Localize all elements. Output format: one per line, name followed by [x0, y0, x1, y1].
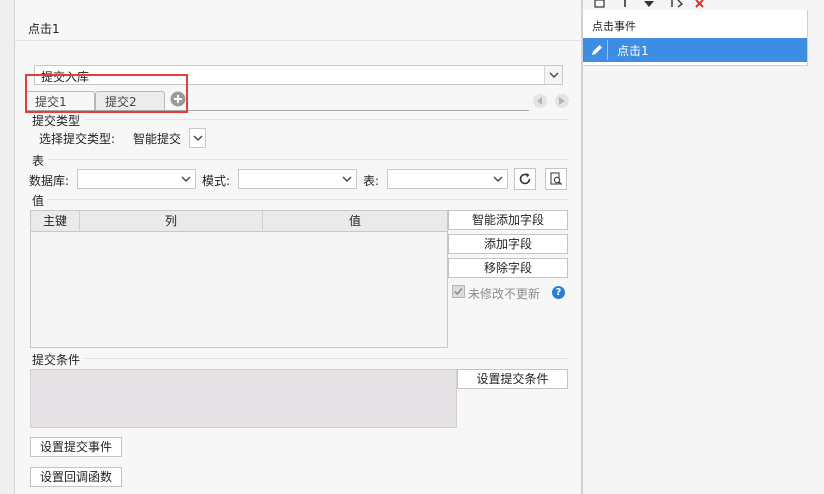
chevron-down-icon[interactable] [489, 170, 507, 188]
dialog-title: 点击1 [28, 22, 60, 36]
submit-type-value: 智能提交 [133, 132, 182, 146]
chevron-down-icon[interactable] [177, 170, 195, 188]
chevron-down-icon[interactable] [338, 170, 356, 188]
event-item-label: 点击1 [617, 44, 649, 58]
preview-table-button[interactable] [545, 168, 567, 190]
select-submit-type-label: 选择提交类型: [39, 132, 116, 146]
add-field-button[interactable]: 添加字段 [448, 234, 568, 254]
divider [83, 358, 569, 359]
refresh-icon [519, 173, 531, 185]
event-list-item[interactable]: 点击1 [583, 38, 807, 62]
condition-section-label: 提交条件 [32, 353, 81, 367]
highlight-box [25, 74, 188, 113]
background-strip [0, 0, 14, 494]
database-select[interactable] [77, 169, 196, 189]
submit-type-section-label: 提交类型 [32, 114, 81, 128]
event-list-header: 点击事件 [592, 20, 636, 33]
table-label: 表: [363, 174, 380, 188]
set-callback-button[interactable]: 设置回调函数 [30, 467, 122, 487]
value-table[interactable]: 主键 列 值 [30, 210, 448, 348]
toolbar [583, 0, 807, 10]
table-header: 主键 列 值 [31, 211, 447, 232]
divider [15, 40, 581, 41]
table-section-label: 表 [32, 154, 45, 168]
copy-icon[interactable] [593, 0, 607, 8]
move-down-icon[interactable] [643, 0, 655, 8]
set-condition-button[interactable]: 设置提交条件 [457, 369, 568, 389]
preview-icon [550, 172, 563, 186]
column-header-column[interactable]: 列 [80, 211, 263, 232]
schema-select[interactable] [238, 169, 357, 189]
delete-icon[interactable] [695, 0, 707, 8]
set-submit-event-button[interactable]: 设置提交事件 [30, 437, 122, 457]
chevron-down-icon[interactable] [189, 128, 206, 148]
refresh-button[interactable] [514, 168, 536, 190]
value-section-label: 值 [32, 194, 45, 208]
table-select[interactable] [387, 169, 508, 189]
help-icon[interactable]: ? [552, 286, 565, 299]
move-up-icon[interactable] [621, 0, 629, 8]
event-dialog: 点击1 提交入库 提交1 提交2 提交类型 选择提交类型: 智能提交 表 数据库… [14, 0, 582, 494]
check-icon [454, 288, 463, 296]
divider [85, 119, 569, 120]
chevron-down-icon[interactable] [544, 66, 562, 84]
column-header-value[interactable]: 值 [263, 211, 447, 232]
tab-prev-icon[interactable] [533, 94, 547, 108]
unchanged-checkbox[interactable] [452, 285, 465, 298]
event-list-panel: 点击事件 点击1 [582, 0, 824, 494]
condition-box[interactable] [30, 369, 457, 428]
edit-icon [586, 40, 608, 60]
smart-add-field-button[interactable]: 智能添加字段 [448, 210, 568, 230]
submit-type-select[interactable]: 智能提交 [129, 128, 206, 148]
sort-icon[interactable] [669, 0, 683, 8]
event-list: 点击事件 点击1 [583, 10, 808, 66]
tab-next-icon[interactable] [555, 94, 569, 108]
divider [47, 199, 569, 200]
schema-label: 模式: [202, 174, 231, 188]
unchanged-checkbox-label: 未修改不更新 [468, 287, 541, 301]
divider [47, 159, 569, 160]
database-label: 数据库: [29, 174, 70, 188]
remove-field-button[interactable]: 移除字段 [448, 258, 568, 278]
column-header-primary-key[interactable]: 主键 [31, 211, 80, 232]
